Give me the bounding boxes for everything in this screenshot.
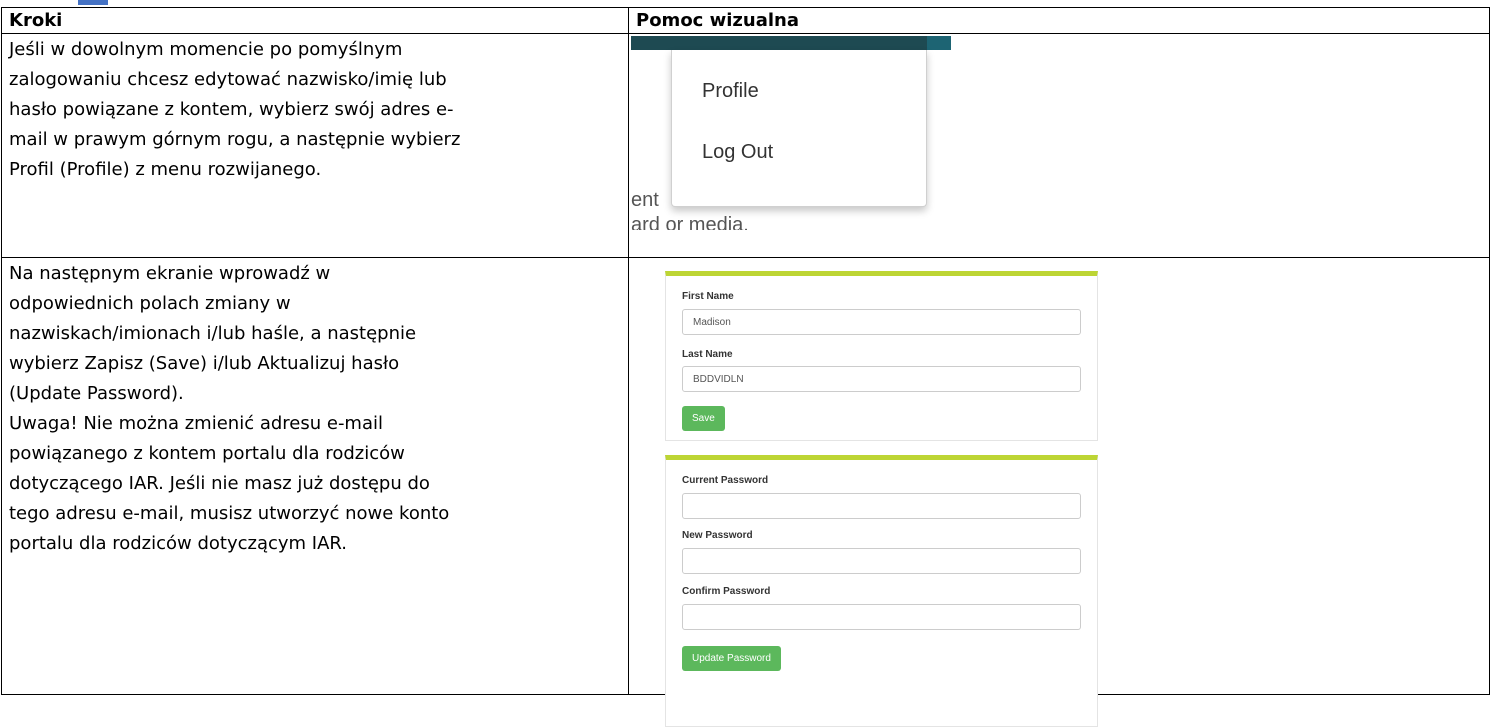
visual-aid-cell: ent ard or media. Profile Log Out (628, 33, 1490, 258)
navbar-accent (927, 36, 951, 50)
step-line: powiązanego z kontem portalu dla rodzicó… (9, 443, 405, 464)
first-name-field[interactable]: Madison (682, 309, 1081, 335)
step-line: portalu dla rodziców dotyczącym IAR. (9, 533, 348, 554)
menu-item-log-out[interactable]: Log Out (702, 141, 773, 164)
visual-aid-cell: First Name Madison Last Name BDDVIDLN Sa… (628, 257, 1490, 727)
update-password-button[interactable]: Update Password (682, 646, 781, 671)
step-line: Jeśli w dowolnym momencie po pomyślnym (9, 39, 403, 60)
step-line: odpowiednich polach zmiany w (9, 293, 291, 314)
step-text: Na następnym ekranie wprowadź w odpowied… (2, 258, 628, 559)
step-text: Jeśli w dowolnym momencie po pomyślnym z… (2, 34, 628, 185)
step-line: tego adresu e-mail, musisz utworzyć nowe… (9, 503, 450, 524)
heading-underline-mark (78, 0, 108, 5)
save-button[interactable]: Save (682, 406, 725, 431)
heading-fragment (0, 0, 110, 5)
new-password-field[interactable] (682, 548, 1081, 574)
first-name-label: First Name (682, 291, 734, 302)
name-panel: First Name Madison Last Name BDDVIDLN Sa… (665, 271, 1098, 441)
step-line: Uwaga! Nie można zmienić adresu e-mail (9, 413, 384, 434)
current-password-label: Current Password (682, 475, 769, 486)
header-steps: Kroki (1, 7, 629, 34)
step-line: (Update Password). (9, 383, 184, 404)
table-header-row: Kroki Pomoc wizualna (1, 7, 1490, 34)
step-text-cell: Jeśli w dowolnym momencie po pomyślnym z… (1, 33, 629, 258)
step-line: hasło powiązane z kontem, wybierz swój a… (9, 99, 454, 120)
dropdown-screenshot: ent ard or media. Profile Log Out (631, 36, 951, 230)
last-name-label: Last Name (682, 349, 733, 360)
password-panel: Current Password New Password Confirm Pa… (665, 455, 1098, 727)
menu-item-profile[interactable]: Profile (702, 80, 759, 103)
confirm-password-field[interactable] (682, 604, 1081, 630)
background-text: ent (631, 189, 659, 211)
header-visual-aid: Pomoc wizualna (628, 7, 1490, 34)
current-password-field[interactable] (682, 493, 1081, 519)
new-password-label: New Password (682, 530, 753, 541)
steps-table: Kroki Pomoc wizualna Jeśli w dowolnym mo… (1, 7, 1490, 727)
last-name-field[interactable]: BDDVIDLN (682, 366, 1081, 392)
navbar (631, 36, 951, 50)
step-line: Na następnym ekranie wprowadź w (9, 263, 331, 284)
background-text: ard or media. (631, 214, 749, 230)
step-line: wybierz Zapisz (Save) i/lub Aktualizuj h… (9, 353, 400, 374)
step-text-cell: Na następnym ekranie wprowadź w odpowied… (1, 257, 629, 695)
step-line: Profil (Profile) z menu rozwijanego. (9, 159, 322, 180)
step-line: mail w prawym górnym rogu, a następnie w… (9, 129, 461, 150)
step-line: nazwiskach/imionach i/lub haśle, a nastę… (9, 323, 417, 344)
table-row: Jeśli w dowolnym momencie po pomyślnym z… (1, 33, 1490, 258)
step-line: zalogowaniu chcesz edytować nazwisko/imi… (9, 69, 447, 90)
account-dropdown-menu: Profile Log Out (671, 50, 927, 207)
table-row: Na następnym ekranie wprowadź w odpowied… (1, 257, 1490, 727)
confirm-password-label: Confirm Password (682, 586, 771, 597)
step-line: dotyczącego IAR. Jeśli nie masz już dost… (9, 473, 430, 494)
